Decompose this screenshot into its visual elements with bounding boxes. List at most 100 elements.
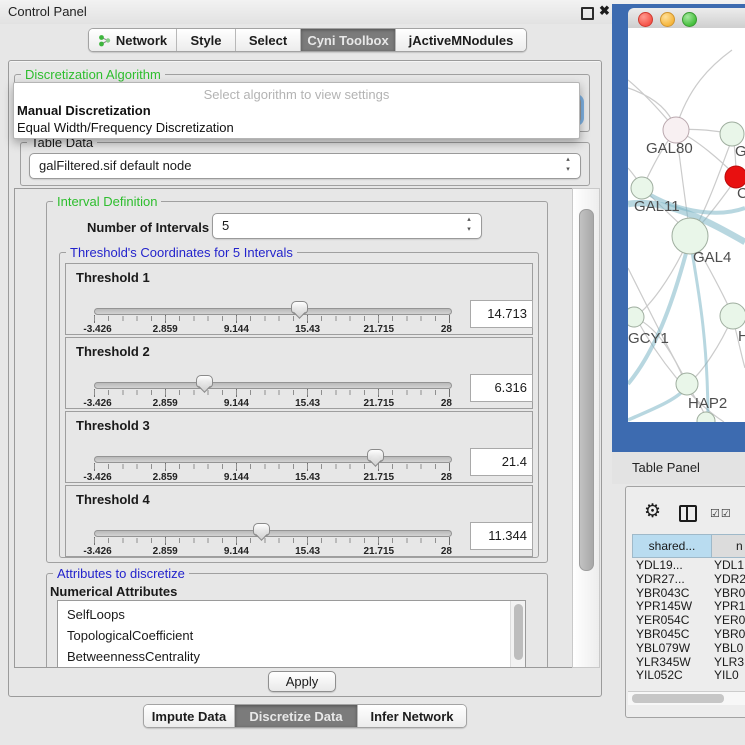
- settings-scrollbar-thumb[interactable]: [579, 209, 594, 571]
- tab-cyni-toolbox-label: Cyni Toolbox: [307, 33, 388, 48]
- combo-stepper-icon[interactable]: ▴▾: [563, 155, 573, 177]
- threshold-2-value-input[interactable]: 6.316: [470, 374, 533, 402]
- tab-jactivemnodules[interactable]: jActiveMNodules: [396, 29, 526, 51]
- node-label-gal11: GAL11: [634, 198, 680, 215]
- threshold-1-value-input[interactable]: 14.713: [470, 300, 533, 328]
- threshold-panel-2: Threshold 2 -3.4262.859 9.14415.43 21.71…: [65, 337, 533, 409]
- threshold-2-label: Threshold 2: [76, 344, 150, 359]
- slider-thumb[interactable]: [196, 375, 213, 388]
- table-row[interactable]: YBR045CYBR0: [632, 628, 745, 642]
- tab-infer-network-label: Infer Network: [370, 709, 453, 724]
- minimize-traffic-light[interactable]: [660, 12, 675, 27]
- settings-vertical-scrollbar[interactable]: [572, 188, 600, 668]
- table-panel-title: Table Panel: [632, 460, 700, 475]
- list-scrollbar[interactable]: [510, 601, 525, 668]
- network-graph[interactable]: [628, 28, 745, 422]
- slider-track[interactable]: [94, 456, 452, 463]
- threshold-3-value-input[interactable]: 21.4: [470, 448, 533, 476]
- slider-minor-ticks: [94, 538, 449, 543]
- thresholds-group: Threshold's Coordinates for 5 Intervals …: [59, 252, 539, 558]
- threshold-4-value-input[interactable]: 11.344: [470, 522, 533, 550]
- show-columns-icon[interactable]: [679, 505, 697, 522]
- threshold-panel-3: Threshold 3 -3.4262.859 9.14415.43 21.71…: [65, 411, 533, 483]
- network-icon: [98, 34, 111, 47]
- combo-stepper-icon[interactable]: ▴▾: [464, 215, 474, 237]
- thresholds-group-label: Threshold's Coordinates for 5 Intervals: [66, 245, 297, 260]
- table-row[interactable]: YDR27...YDR2: [632, 573, 745, 587]
- table-row[interactable]: YLR345WYLR3: [632, 656, 745, 670]
- slider-tick-labels: -3.4262.859 9.14415.43 21.71528: [94, 398, 450, 409]
- panel-title: Control Panel: [8, 4, 87, 19]
- numerical-attributes-list[interactable]: SelfLoops TopologicalCoefficient Between…: [57, 600, 526, 668]
- number-of-intervals-label: Number of Intervals: [87, 220, 209, 235]
- table-panel-titlebar: Table Panel: [612, 452, 745, 484]
- tab-network[interactable]: Network: [89, 29, 177, 51]
- threshold-3-slider[interactable]: -3.4262.859 9.14415.43 21.71528: [94, 448, 450, 482]
- float-window-icon[interactable]: [581, 7, 594, 20]
- slider-track[interactable]: [94, 530, 452, 537]
- tab-discretize-data-label: Discretize Data: [249, 709, 342, 724]
- tab-infer-network[interactable]: Infer Network: [358, 705, 466, 727]
- tab-network-label: Network: [116, 33, 167, 48]
- list-scrollbar-thumb[interactable]: [514, 604, 523, 660]
- threshold-panel-1: Threshold 1 -3.4262.859 9.14415.43 21.71…: [65, 263, 533, 335]
- number-of-intervals-value: 5: [222, 214, 459, 237]
- app-root: Control Panel ✖ Network Style Select Cyn…: [0, 0, 745, 745]
- column-header-name[interactable]: n: [711, 534, 745, 558]
- table-row[interactable]: YBR043CYBR0: [632, 587, 745, 601]
- close-traffic-light[interactable]: [638, 12, 653, 27]
- list-item[interactable]: BetweennessCentrality: [58, 646, 525, 667]
- slider-track[interactable]: [94, 382, 452, 389]
- table-horizontal-scrollbar[interactable]: [628, 691, 745, 705]
- tab-impute-data-label: Impute Data: [152, 709, 226, 724]
- table-row[interactable]: YIL052CYIL0: [632, 669, 745, 687]
- tab-select[interactable]: Select: [236, 29, 301, 51]
- discretization-algorithm-label: Discretization Algorithm: [21, 67, 165, 82]
- apply-button[interactable]: Apply: [268, 671, 336, 692]
- table-data-combo-value: galFiltered.sif default node: [39, 154, 558, 177]
- table-horizontal-scrollbar-thumb[interactable]: [632, 694, 724, 703]
- threshold-4-slider[interactable]: -3.4262.859 9.14415.43 21.71528: [94, 522, 450, 556]
- number-of-intervals-combo[interactable]: 5 ▴▾: [212, 213, 482, 239]
- column-header-shared-name[interactable]: shared...: [632, 534, 712, 558]
- slider-minor-ticks: [94, 316, 449, 321]
- table-row[interactable]: YER054CYER0: [632, 614, 745, 628]
- slider-minor-ticks: [94, 464, 449, 469]
- gear-icon[interactable]: ⚙: [644, 500, 661, 523]
- table-data-combo[interactable]: galFiltered.sif default node ▴▾: [29, 153, 581, 179]
- node-label-partial-g: G: [735, 143, 745, 160]
- node-label-gal4: GAL4: [693, 249, 731, 266]
- network-window-titlebar[interactable]: [628, 8, 745, 29]
- table-row[interactable]: YDL19...YDL1: [632, 559, 745, 573]
- maximize-traffic-light[interactable]: [682, 12, 697, 27]
- tab-style[interactable]: Style: [177, 29, 236, 51]
- table-row[interactable]: YPR145WYPR1: [632, 600, 745, 614]
- tab-select-label: Select: [249, 33, 287, 48]
- threshold-2-slider[interactable]: -3.4262.859 9.14415.43 21.71528: [94, 374, 450, 408]
- algorithm-popup: Select algorithm to view settings Manual…: [13, 82, 580, 139]
- popup-option-manual-discretization[interactable]: Manual Discretization: [14, 102, 579, 119]
- slider-track[interactable]: [94, 308, 452, 315]
- slider-thumb[interactable]: [367, 449, 384, 462]
- select-columns-checkboxes-icon[interactable]: ☑☑: [710, 507, 732, 520]
- interval-definition-label: Interval Definition: [53, 194, 161, 209]
- table-row[interactable]: YBL079WYBL0: [632, 642, 745, 656]
- threshold-1-slider[interactable]: -3.4262.859 9.14415.43 21.71528: [94, 300, 450, 334]
- network-desktop: GAL80 GAL11 GAL4 GCY1 HAP2 G C H: [612, 4, 745, 452]
- slider-thumb[interactable]: [253, 523, 270, 536]
- threshold-3-label: Threshold 3: [76, 418, 150, 433]
- close-icon[interactable]: ✖: [599, 3, 610, 19]
- popup-hint: Select algorithm to view settings: [14, 87, 579, 102]
- list-item[interactable]: TopologicalCoefficient: [58, 625, 525, 646]
- tab-impute-data[interactable]: Impute Data: [144, 705, 235, 727]
- tab-cyni-toolbox[interactable]: Cyni Toolbox: [301, 29, 396, 51]
- list-item[interactable]: SelfLoops: [58, 604, 525, 625]
- popup-option-equal-width[interactable]: Equal Width/Frequency Discretization: [14, 119, 579, 136]
- table-panel: ⚙ ☑☑ shared... n YDL19...YDL1 YDR27...YD…: [625, 486, 745, 718]
- slider-thumb[interactable]: [291, 301, 308, 314]
- tab-discretize-data[interactable]: Discretize Data: [235, 705, 358, 727]
- network-canvas[interactable]: GAL80 GAL11 GAL4 GCY1 HAP2 G C H: [628, 28, 745, 422]
- slider-minor-ticks: [94, 390, 449, 395]
- numerical-attributes-label: Numerical Attributes: [50, 584, 177, 599]
- node-label-gal80: GAL80: [646, 140, 693, 157]
